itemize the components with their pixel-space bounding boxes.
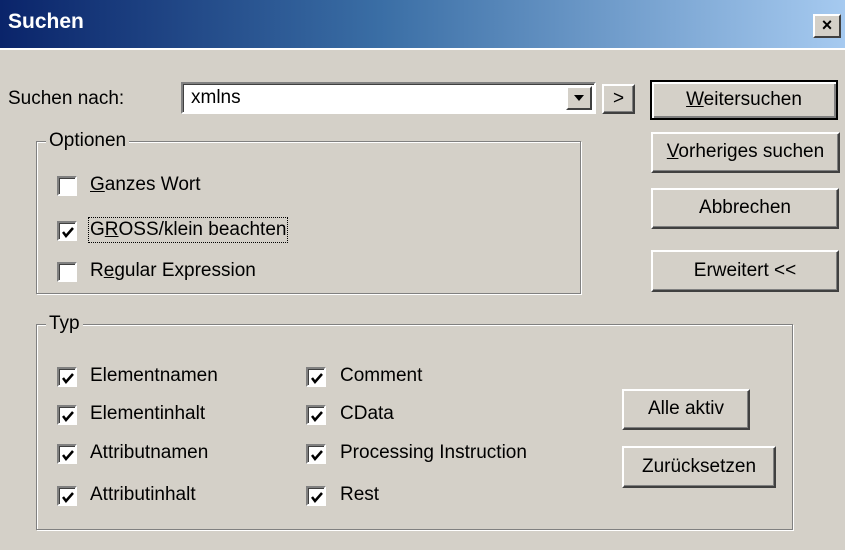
checkmark-icon (62, 227, 74, 238)
dropdown-button[interactable] (566, 86, 592, 110)
close-icon: × (821, 15, 833, 35)
attribute-names-checkbox[interactable] (57, 444, 77, 464)
regex-label: Regular Expression (90, 260, 256, 281)
processing-instruction-label: Processing Instruction (340, 442, 527, 463)
search-combobox[interactable]: xmlns (181, 82, 596, 114)
window-title: Suchen (8, 10, 84, 33)
attribute-content-checkbox[interactable] (57, 486, 77, 506)
find-previous-button[interactable]: Vorheriges suchen (651, 132, 840, 173)
all-active-button[interactable]: Alle aktiv (622, 389, 750, 430)
expand-button[interactable]: > (602, 84, 635, 114)
checkmark-icon (311, 411, 323, 422)
checkmark-icon (311, 492, 323, 503)
checkmark-icon (311, 450, 323, 461)
all-active-label: Alle aktiv (647, 398, 725, 419)
cdata-label: CData (340, 403, 394, 424)
comment-checkbox[interactable] (306, 367, 326, 387)
reset-button[interactable]: Zurücksetzen (622, 446, 776, 488)
match-case-label: GROSS/klein beachten (87, 217, 289, 243)
element-content-label: Elementinhalt (90, 403, 206, 424)
checkmark-icon (62, 450, 74, 461)
checkmark-icon (62, 411, 74, 422)
comment-label: Comment (340, 365, 423, 386)
find-next-button[interactable]: Weitersuchen (650, 80, 838, 120)
match-case-mnemonic: R (104, 219, 119, 240)
find-next-label: eitersuchen (703, 89, 802, 110)
cancel-label: Abbrechen (699, 197, 791, 218)
title-bar: Suchen × (0, 0, 845, 50)
advanced-button[interactable]: Erweitert << (651, 250, 839, 292)
processing-instruction-checkbox[interactable] (306, 444, 326, 464)
cancel-button[interactable]: Abbrechen (651, 188, 839, 229)
search-input[interactable]: xmlns (191, 87, 241, 109)
checkmark-icon (311, 373, 323, 384)
element-content-checkbox[interactable] (57, 405, 77, 425)
chevron-down-icon (574, 95, 584, 101)
element-names-label: Elementnamen (90, 365, 218, 386)
checkmark-icon (62, 492, 74, 503)
attribute-content-label: Attributinhalt (90, 484, 196, 505)
rest-checkbox[interactable] (306, 486, 326, 506)
advanced-label: Erweitert << (693, 260, 797, 281)
rest-label: Rest (340, 484, 380, 505)
find-previous-mnemonic: V (666, 141, 679, 162)
close-button[interactable]: × (813, 14, 841, 38)
whole-word-checkbox[interactable] (57, 176, 77, 196)
search-label: Suchen nach: (8, 88, 125, 109)
expand-icon: > (612, 88, 625, 109)
match-case-checkbox[interactable] (57, 221, 77, 241)
find-previous-label: orheriges suchen (678, 141, 825, 162)
cdata-checkbox[interactable] (306, 405, 326, 425)
find-next-mnemonic: W (686, 89, 704, 110)
options-legend: Optionen (46, 130, 130, 152)
reset-label: Zurücksetzen (641, 456, 757, 477)
regex-checkbox[interactable] (57, 262, 77, 282)
whole-word-mnemonic: G (90, 174, 105, 195)
type-legend: Typ (46, 313, 83, 335)
checkmark-icon (62, 373, 74, 384)
attribute-names-label: Attributnamen (90, 442, 209, 463)
regex-mnemonic: e (103, 260, 115, 281)
whole-word-label: Ganzes Wort (90, 174, 201, 195)
element-names-checkbox[interactable] (57, 367, 77, 387)
